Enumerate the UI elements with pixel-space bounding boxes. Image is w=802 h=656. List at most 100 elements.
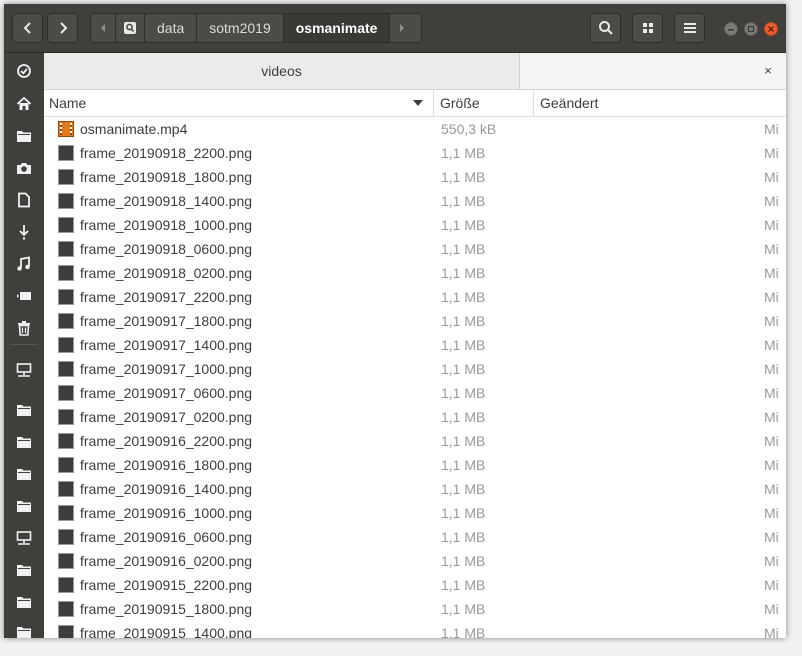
maximize-button[interactable] [744,22,758,36]
file-row[interactable]: frame_20190917_1800.png 1,1 MB Mi [44,309,786,333]
file-row[interactable]: frame_20190916_1400.png 1,1 MB Mi [44,477,786,501]
folder-icon [17,405,31,416]
tab-close-button[interactable]: × [760,63,776,78]
sidebar-item-trash[interactable] [4,317,44,339]
sidebar-item-folder-5[interactable] [4,495,44,517]
sidebar-item-folder-3[interactable] [4,431,44,453]
image-file-icon [58,529,74,545]
file-row[interactable]: frame_20190918_1000.png 1,1 MB Mi [44,213,786,237]
sidebar-item-pictures[interactable] [4,157,44,179]
file-row[interactable]: frame_20190918_0200.png 1,1 MB Mi [44,261,786,285]
triangle-right-icon [400,24,405,32]
sidebar-item-folder-4[interactable] [4,463,44,485]
headerbar: data sotm2019 osmanimate [4,4,786,53]
file-row[interactable]: frame_20190917_2200.png 1,1 MB Mi [44,285,786,309]
image-file-icon [58,289,74,305]
file-row[interactable]: frame_20190918_1800.png 1,1 MB Mi [44,165,786,189]
folder-icon [17,437,31,448]
file-name: frame_20190918_1400.png [80,193,253,209]
video-icon [17,292,31,300]
file-modified: Mi [764,625,779,638]
file-rows: osmanimate.mp4 550,3 kB Mi frame_20190918_2… [44,117,786,638]
file-row[interactable]: frame_20190917_1400.png 1,1 MB Mi [44,333,786,357]
sidebar-item-music[interactable] [4,253,44,275]
file-list-view: videos × Name Größe Geändert osmanimate.… [44,53,786,638]
file-row[interactable]: frame_20190917_0200.png 1,1 MB Mi [44,405,786,429]
sidebar-item-folder-8[interactable] [4,621,44,638]
file-row[interactable]: frame_20190917_0600.png 1,1 MB Mi [44,381,786,405]
forward-button[interactable] [47,13,78,43]
folder-icon [17,565,31,576]
file-row[interactable]: frame_20190918_1400.png 1,1 MB Mi [44,189,786,213]
file-size: 1,1 MB [441,601,486,617]
file-row[interactable]: frame_20190916_0200.png 1,1 MB Mi [44,549,786,573]
sidebar-item-recent[interactable] [4,60,44,82]
column-header-modified[interactable]: Geändert [534,90,786,116]
image-file-icon [58,433,74,449]
file-modified: Mi [764,601,779,617]
file-size: 1,1 MB [441,145,486,161]
column-header-name[interactable]: Name [44,90,434,116]
back-button[interactable] [12,13,43,43]
sidebar-item-downloads[interactable] [4,221,44,243]
image-file-icon [58,601,74,617]
file-row[interactable]: frame_20190915_1400.png 1,1 MB Mi [44,621,786,638]
sidebar-item-folder-7[interactable] [4,591,44,613]
file-size: 1,1 MB [441,337,486,353]
file-name: frame_20190916_2200.png [80,433,253,449]
file-modified: Mi [764,193,779,209]
column-header-name-label: Name [49,95,87,111]
file-row[interactable]: frame_20190915_2200.png 1,1 MB Mi [44,573,786,597]
column-header-modified-label: Geändert [540,95,599,111]
file-name: frame_20190915_2200.png [80,577,253,593]
file-row[interactable]: frame_20190916_1000.png 1,1 MB Mi [44,501,786,525]
sort-descending-icon [413,100,423,106]
document-icon [18,192,30,208]
file-modified: Mi [764,385,779,401]
path-segment-osmanimate[interactable]: osmanimate [282,14,390,42]
path-root-button[interactable] [115,14,144,42]
path-segment-data[interactable]: data [144,14,196,42]
file-row[interactable]: frame_20190918_0600.png 1,1 MB Mi [44,237,786,261]
view-mode-button[interactable] [632,13,663,43]
path-segment-sotm2019[interactable]: sotm2019 [196,14,282,42]
sidebar-item-folder-6[interactable] [4,559,44,581]
close-window-button[interactable] [764,22,778,36]
minimize-icon [728,29,734,31]
menu-button[interactable] [674,13,705,43]
file-size: 1,1 MB [441,409,486,425]
network-icon [16,363,32,377]
file-row[interactable]: osmanimate.mp4 550,3 kB Mi [44,117,786,141]
tab-videos[interactable]: videos [44,53,520,89]
trash-icon [18,321,30,336]
minimize-button[interactable] [724,22,738,36]
image-file-icon [58,625,74,638]
file-row[interactable]: frame_20190916_0600.png 1,1 MB Mi [44,525,786,549]
sidebar-item-folder-2[interactable] [4,399,44,421]
image-file-icon [58,145,74,161]
file-row[interactable]: frame_20190918_2200.png 1,1 MB Mi [44,141,786,165]
sidebar-item-videos[interactable] [4,285,44,307]
sidebar-item-network-2[interactable] [4,527,44,549]
sidebar-item-documents[interactable] [4,189,44,211]
column-header-size-label: Größe [440,95,480,111]
file-row[interactable]: frame_20190916_1800.png 1,1 MB Mi [44,453,786,477]
file-size: 1,1 MB [441,217,486,233]
sidebar-item-folder[interactable] [4,125,44,147]
sidebar-item-network-1[interactable] [4,359,44,381]
file-name: frame_20190916_0200.png [80,553,253,569]
image-file-icon [58,265,74,281]
image-file-icon [58,337,74,353]
file-row[interactable]: frame_20190917_1000.png 1,1 MB Mi [44,357,786,381]
file-modified: Mi [764,289,779,305]
column-header-size[interactable]: Größe [434,90,534,116]
sidebar-item-home[interactable] [4,93,44,115]
path-scroll-right-button[interactable] [389,14,414,42]
file-name: frame_20190917_2200.png [80,289,253,305]
search-button[interactable] [590,13,621,43]
path-scroll-left-button[interactable] [91,14,115,42]
file-row[interactable]: frame_20190916_2200.png 1,1 MB Mi [44,429,786,453]
recent-icon [17,64,31,78]
download-icon [19,225,29,240]
file-row[interactable]: frame_20190915_1800.png 1,1 MB Mi [44,597,786,621]
